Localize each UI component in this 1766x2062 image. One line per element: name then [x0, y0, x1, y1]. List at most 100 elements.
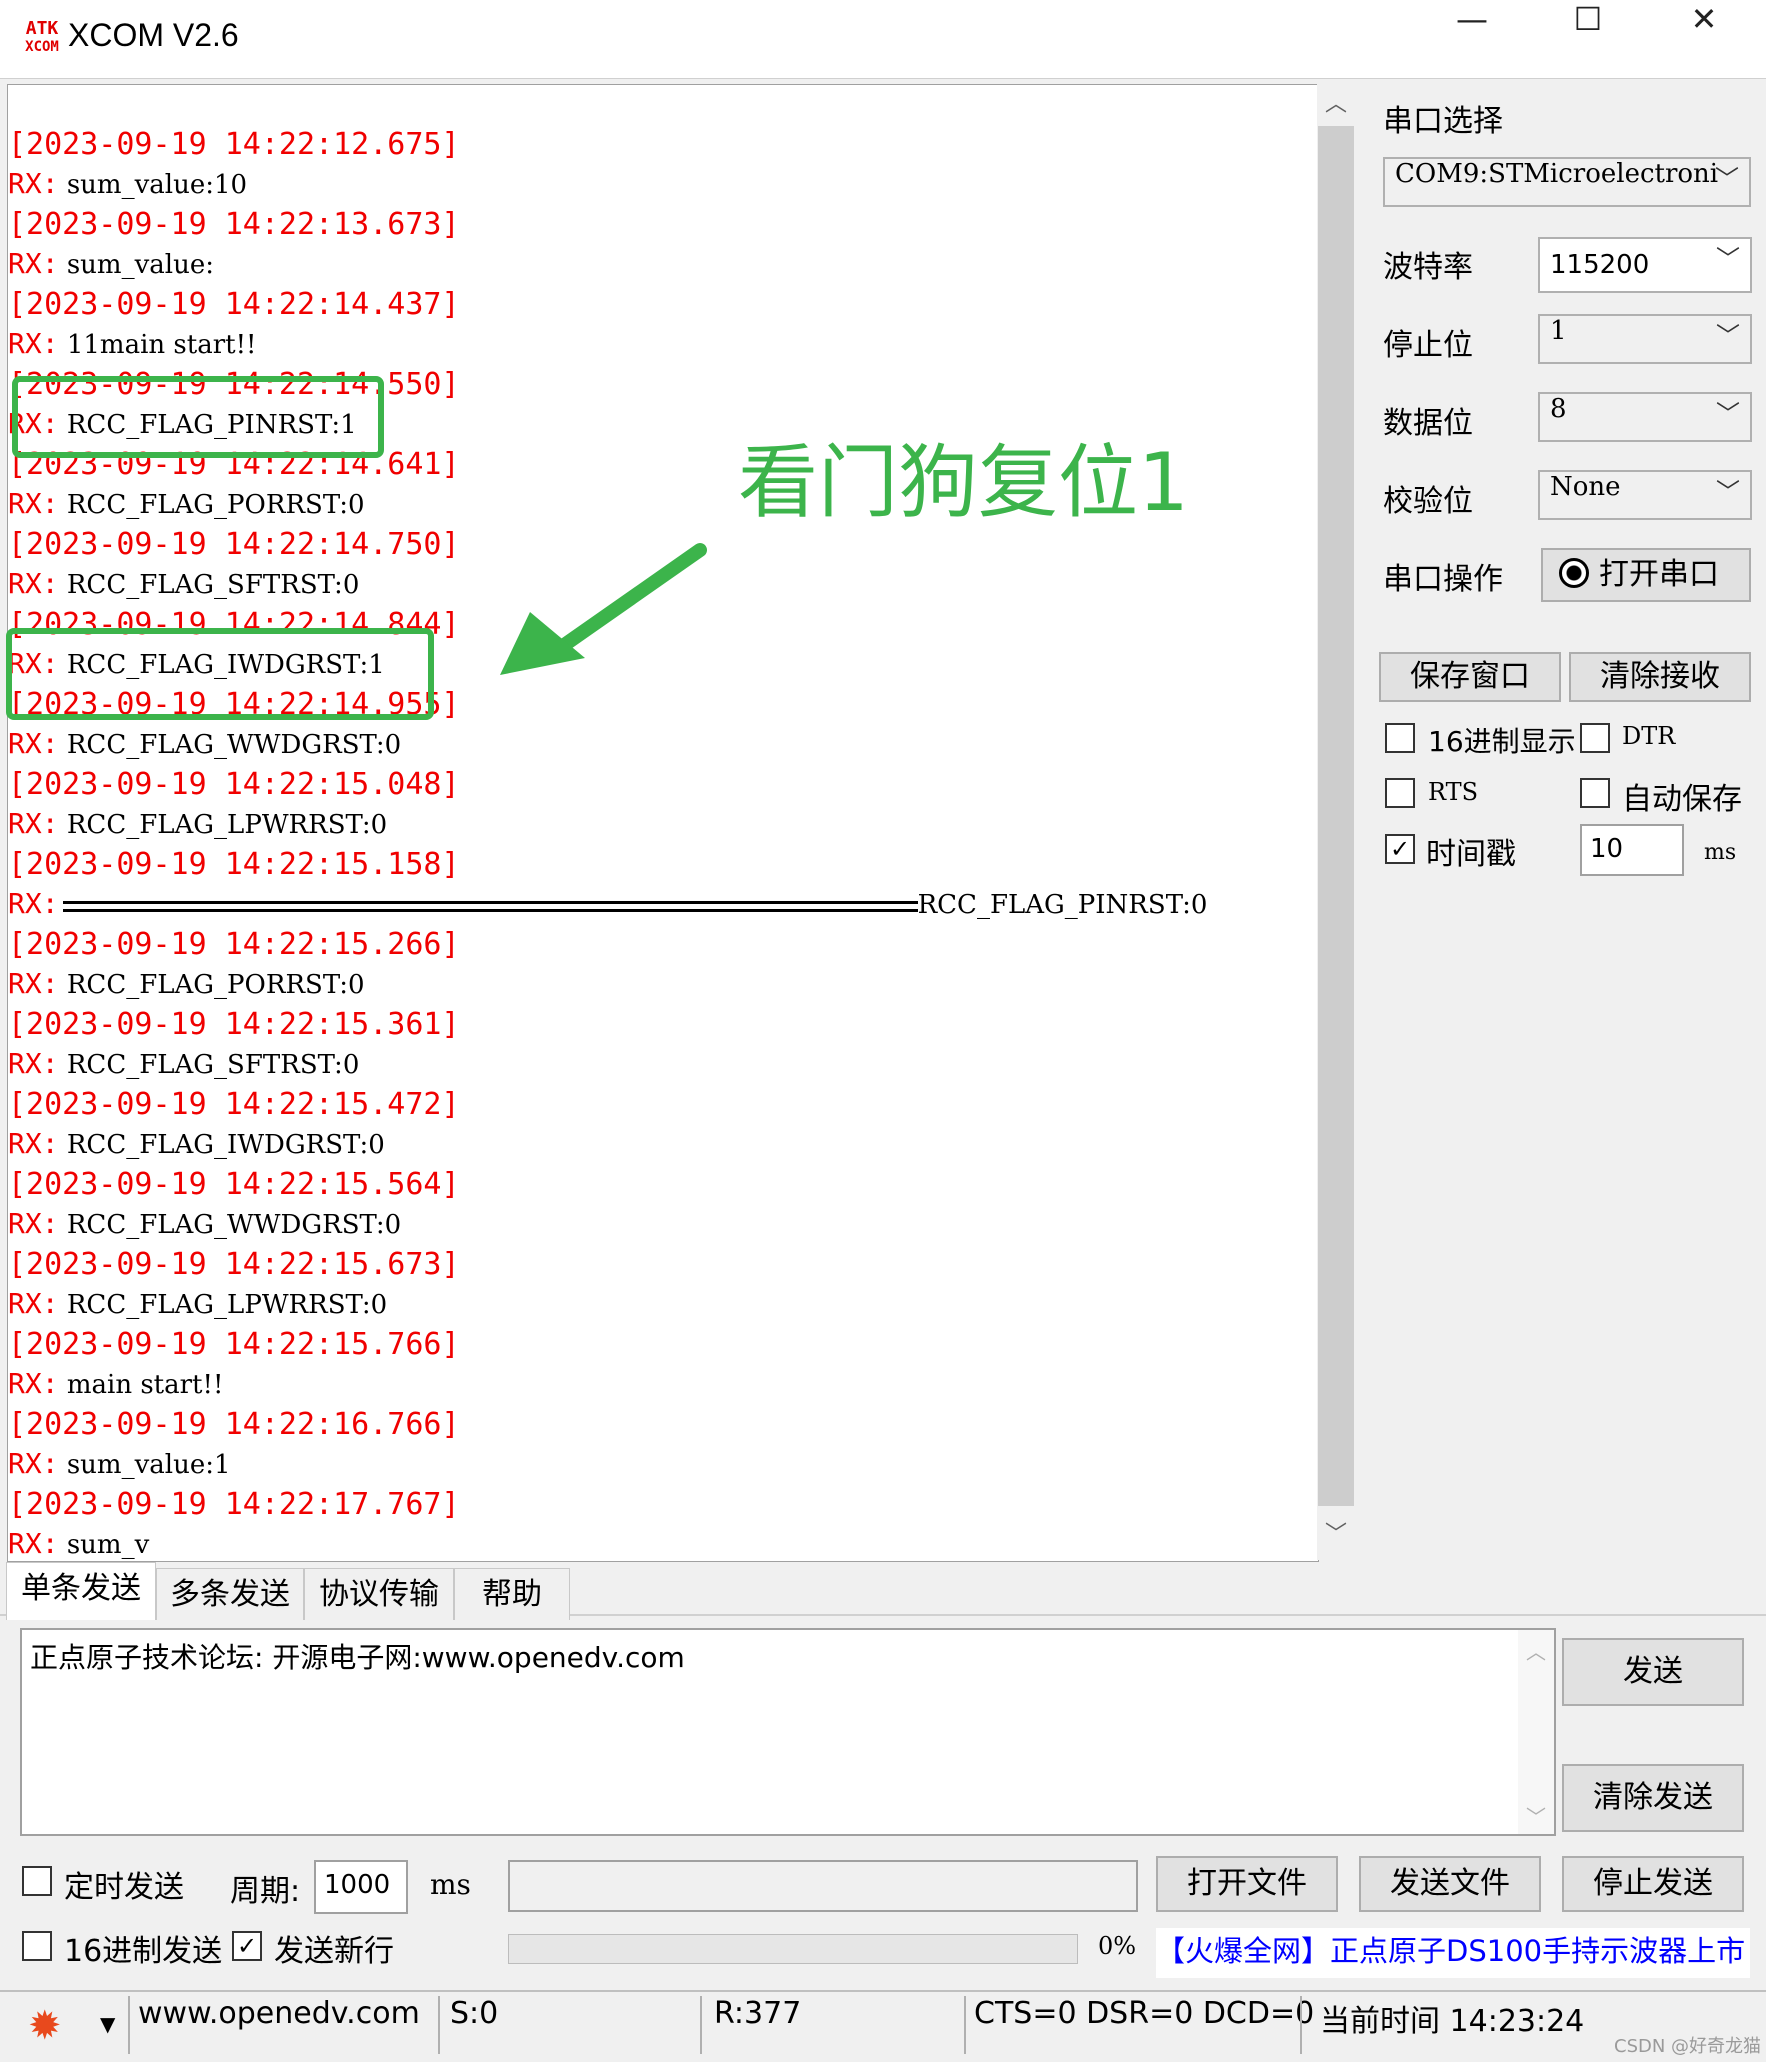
- hex-send-checkbox[interactable]: [22, 1931, 52, 1961]
- receive-line: RX: sum_value:10: [8, 167, 247, 207]
- receive-text: RCC_FLAG_PORRST:0: [58, 490, 365, 520]
- tab-single-send[interactable]: 单条发送: [6, 1562, 156, 1620]
- open-port-button[interactable]: 打开串口: [1541, 548, 1751, 602]
- receive-lines: [2023-09-19 14:22:12.675] RX: sum_value:1…: [8, 127, 1318, 1561]
- clear-send-button[interactable]: 清除发送: [1562, 1764, 1744, 1832]
- port-select[interactable]: COM9:STMicroelectroni ﹀: [1383, 157, 1751, 207]
- receive-text: RCC_FLAG_LPWRRST:0: [58, 1290, 388, 1320]
- chevron-down-icon: ﹀: [1716, 400, 1740, 428]
- receive-text: RCC_FLAG_PORRST:0: [58, 970, 365, 1000]
- receive-entry: [2023-09-19 14:22:17.767] RX: sum_v: [8, 1487, 1318, 1561]
- ad-link[interactable]: 【火爆全网】正点原子DS100手持示波器上市: [1156, 1928, 1750, 1978]
- receive-text: main start!!: [58, 1370, 224, 1400]
- receive-text: sum_value:: [58, 250, 214, 280]
- rx-tag: RX:: [8, 967, 59, 1000]
- receive-line: RX: RCC_FLAG_PORRST:0: [8, 967, 365, 1007]
- send-file-button[interactable]: 发送文件: [1359, 1856, 1541, 1912]
- send-button[interactable]: 发送: [1562, 1638, 1744, 1706]
- timestamp-interval-input[interactable]: 10: [1580, 824, 1684, 876]
- status-separator: [128, 1996, 130, 2054]
- hex-display-checkbox[interactable]: [1385, 723, 1415, 753]
- status-url[interactable]: www.openedv.com: [138, 1996, 420, 2056]
- rx-tag: RX:: [8, 1287, 59, 1320]
- rx-tag: RX:: [8, 887, 59, 920]
- timestamp-checkbox[interactable]: ✓: [1385, 834, 1415, 864]
- dtr-label: DTR: [1622, 722, 1676, 750]
- period-input[interactable]: 1000: [314, 1860, 408, 1914]
- receive-line: RX: RCC_FLAG_WWDGRST:0: [8, 1207, 401, 1247]
- save-window-button[interactable]: 保存窗口: [1379, 652, 1561, 702]
- receive-entry: [2023-09-19 14:22:13.673] RX: sum_value:: [8, 207, 1318, 287]
- stop-bits-select[interactable]: 1 ﹀: [1538, 314, 1752, 364]
- receive-text: sum_value:1: [58, 1450, 231, 1480]
- tab-help[interactable]: 帮助: [454, 1568, 570, 1620]
- rx-tag: RX:: [8, 167, 59, 200]
- period-unit: ms: [430, 1868, 471, 1901]
- scroll-up-icon[interactable]: ︿: [1518, 1636, 1554, 1665]
- timed-send-checkbox[interactable]: [22, 1866, 52, 1896]
- clear-receive-button[interactable]: 清除接收: [1569, 652, 1751, 702]
- receive-timestamp: [2023-09-19 14:22:15.472]: [8, 1087, 460, 1122]
- settings-gear-icon[interactable]: ✹: [28, 2004, 62, 2048]
- stop-bits-label: 停止位: [1383, 328, 1473, 363]
- data-bits-select[interactable]: 8 ﹀: [1538, 392, 1752, 442]
- rx-tag: RX:: [8, 247, 59, 280]
- period-label: 周期:: [230, 1874, 301, 1909]
- baud-select[interactable]: 115200 ﹀: [1538, 237, 1752, 293]
- receive-separator-line: [62, 900, 918, 912]
- scroll-down-icon[interactable]: ﹀: [1317, 1516, 1355, 1556]
- receive-entry: [2023-09-19 14:22:15.766] RX: main start!…: [8, 1327, 1318, 1407]
- rts-checkbox[interactable]: [1385, 778, 1415, 808]
- receive-line: RX: 11main start!!: [8, 327, 256, 367]
- status-current-time: 当前时间 14:23:24: [1320, 2004, 1585, 2039]
- send-newline-checkbox[interactable]: ✓: [232, 1931, 262, 1961]
- minimize-button[interactable]: —: [1414, 0, 1530, 78]
- receive-entry: [2023-09-19 14:22:15.266] RX: RCC_FLAG_PO…: [8, 927, 1318, 1007]
- chevron-down-icon: ﹀: [1716, 478, 1740, 506]
- atk-logo-icon: ATK XCOM: [25, 18, 59, 55]
- file-path-input[interactable]: [508, 1860, 1138, 1912]
- receive-area[interactable]: [2023-09-19 14:22:12.675] RX: sum_value:1…: [7, 84, 1319, 1562]
- receive-text: RCC_FLAG_PINRST:0: [917, 890, 1208, 920]
- parity-select[interactable]: None ﹀: [1538, 470, 1752, 520]
- baud-label: 波特率: [1383, 250, 1473, 285]
- receive-scrollbar-thumb[interactable]: [1318, 126, 1354, 1506]
- hex-send-label: 16进制发送: [64, 1934, 223, 1969]
- receive-timestamp: [2023-09-19 14:22:13.673]: [8, 207, 460, 242]
- send-scrollbar[interactable]: ︿ ﹀: [1518, 1630, 1554, 1834]
- dtr-checkbox[interactable]: [1580, 723, 1610, 753]
- watermark: CSDN @好奇龙猫: [1614, 2036, 1762, 2057]
- stop-send-button[interactable]: 停止发送: [1562, 1856, 1744, 1912]
- caret-down-icon[interactable]: ▼: [100, 2012, 115, 2036]
- progress-percent: 0%: [1098, 1932, 1137, 1960]
- receive-line: RX: RCC_FLAG_PORRST:0: [8, 487, 365, 527]
- receive-line: RX: sum_value:: [8, 247, 214, 287]
- chevron-down-icon: ﹀: [1715, 165, 1739, 193]
- receive-timestamp: [2023-09-19 14:22:16.766]: [8, 1407, 460, 1442]
- receive-timestamp: [2023-09-19 14:22:17.767]: [8, 1487, 460, 1522]
- open-file-button[interactable]: 打开文件: [1156, 1856, 1338, 1912]
- send-text-area[interactable]: 正点原子技术论坛: 开源电子网:www.openedv.com ︿ ﹀: [20, 1628, 1556, 1836]
- scroll-up-icon[interactable]: ︿: [1317, 86, 1355, 126]
- port-select-value: COM9:STMicroelectroni: [1395, 159, 1719, 189]
- scroll-down-icon[interactable]: ﹀: [1518, 1801, 1554, 1830]
- close-button[interactable]: ✕: [1646, 0, 1762, 78]
- chevron-down-icon: ﹀: [1716, 245, 1740, 273]
- tab-protocol[interactable]: 协议传输: [304, 1568, 454, 1620]
- maximize-button[interactable]: ☐: [1530, 0, 1646, 78]
- tab-multi-send[interactable]: 多条发送: [156, 1568, 304, 1620]
- receive-timestamp: [2023-09-19 14:22:15.564]: [8, 1167, 460, 1202]
- send-newline-label: 发送新行: [274, 1934, 394, 1969]
- receive-timestamp: [2023-09-19 14:22:14.437]: [8, 287, 460, 322]
- data-bits-label: 数据位: [1383, 406, 1473, 441]
- send-progress-bar: [508, 1934, 1078, 1964]
- auto-save-checkbox[interactable]: [1580, 778, 1610, 808]
- receive-text: sum_v: [58, 1530, 150, 1560]
- rx-tag: RX:: [8, 1527, 59, 1560]
- receive-entry: [2023-09-19 14:22:15.361] RX: RCC_FLAG_SF…: [8, 1007, 1318, 1087]
- receive-text: RCC_FLAG_SFTRST:0: [58, 1050, 360, 1080]
- receive-text: RCC_FLAG_WWDGRST:0: [58, 1210, 402, 1240]
- receive-timestamp: [2023-09-19 14:22:12.675]: [8, 127, 460, 162]
- rx-tag: RX:: [8, 727, 59, 760]
- receive-text: sum_value:10: [58, 170, 248, 200]
